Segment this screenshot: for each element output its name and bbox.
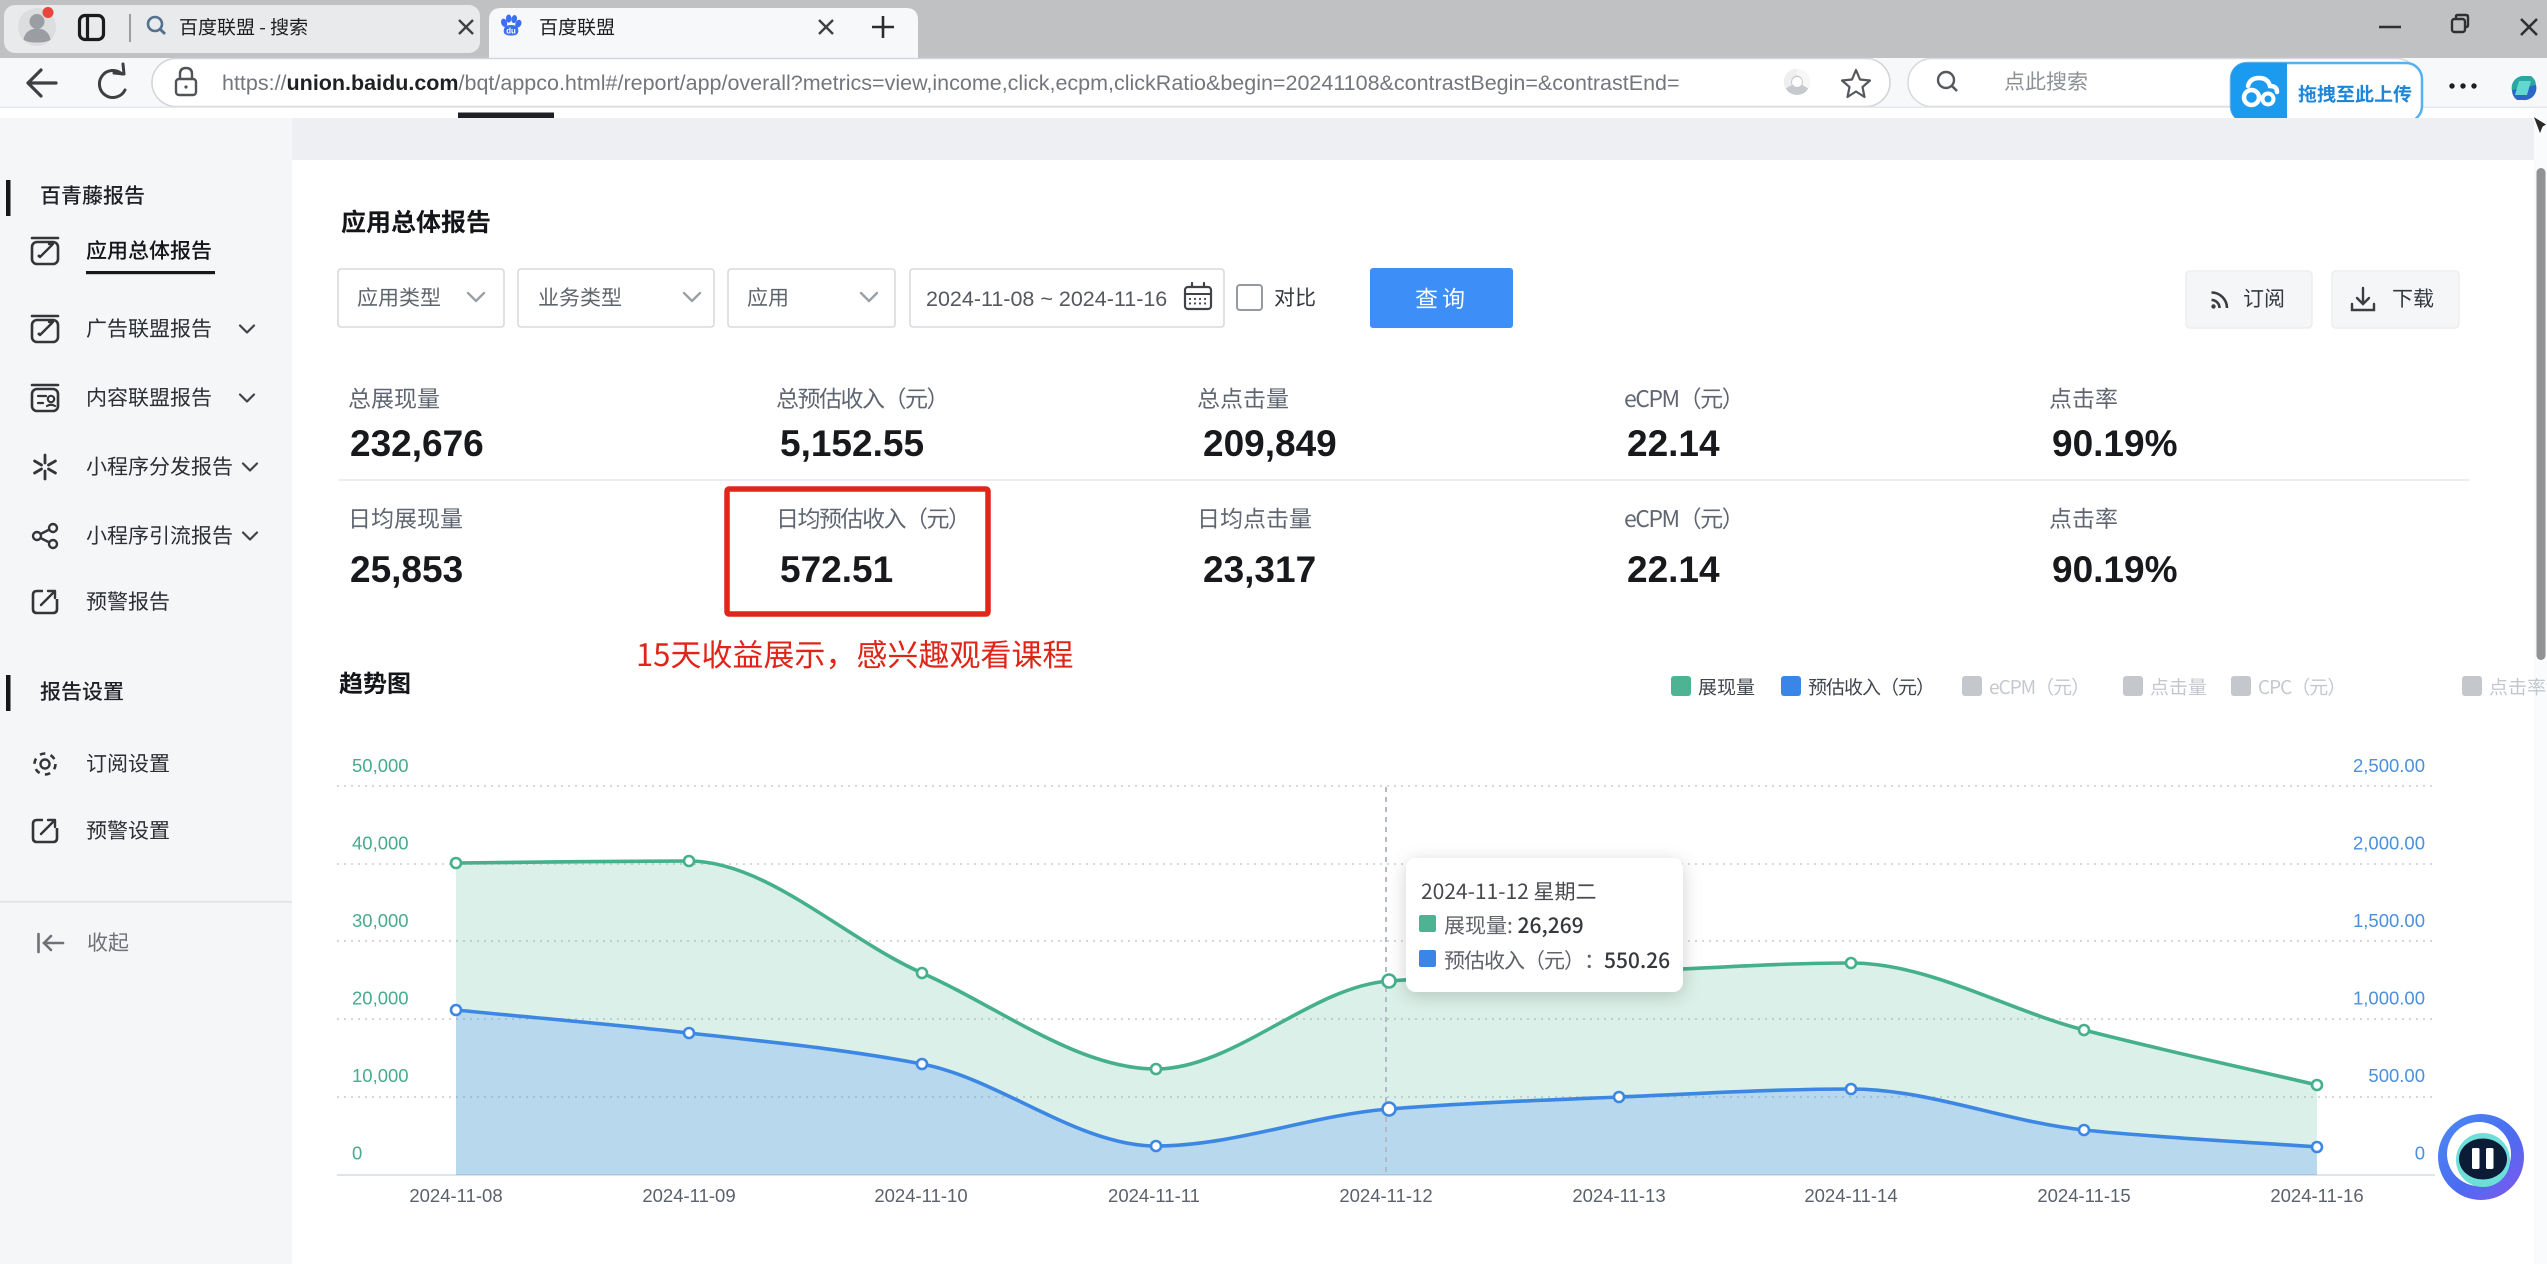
svg-text:2,500.00: 2,500.00 xyxy=(2353,755,2425,776)
svg-text:22.14: 22.14 xyxy=(1627,423,1720,464)
svg-text:90.19%: 90.19% xyxy=(2052,423,2178,464)
svg-text:23,317: 23,317 xyxy=(1203,549,1316,590)
svg-text:2,000.00: 2,000.00 xyxy=(2353,833,2425,854)
svg-text:25,853: 25,853 xyxy=(350,549,463,590)
svg-text:10,000: 10,000 xyxy=(352,1065,409,1086)
svg-text:2024-11-10: 2024-11-10 xyxy=(874,1185,967,1206)
svg-text:40,000: 40,000 xyxy=(352,833,409,854)
svg-text:232,676: 232,676 xyxy=(350,423,484,464)
svg-text:2024-11-08 ~ 2024-11-16: 2024-11-08 ~ 2024-11-16 xyxy=(926,287,1167,311)
svg-text:22.14: 22.14 xyxy=(1627,549,1720,590)
svg-text:90.19%: 90.19% xyxy=(2052,549,2178,590)
svg-text:209,849: 209,849 xyxy=(1203,423,1337,464)
svg-text:50,000: 50,000 xyxy=(352,755,409,776)
svg-text:2024-11-12: 2024-11-12 xyxy=(1339,1185,1432,1206)
svg-text:2024-11-15: 2024-11-15 xyxy=(2037,1185,2130,1206)
svg-text:2024-11-14: 2024-11-14 xyxy=(1804,1185,1897,1206)
svg-text:500.00: 500.00 xyxy=(2368,1065,2425,1086)
svg-text:5,152.55: 5,152.55 xyxy=(780,423,924,464)
svg-text:1,500.00: 1,500.00 xyxy=(2353,910,2425,931)
svg-text:2024-11-08: 2024-11-08 xyxy=(409,1185,502,1206)
svg-text:2024-11-09: 2024-11-09 xyxy=(642,1185,735,1206)
svg-text:2024-11-16: 2024-11-16 xyxy=(2270,1185,2363,1206)
svg-text:du: du xyxy=(506,26,516,35)
svg-text:572.51: 572.51 xyxy=(780,549,893,590)
svg-text:30,000: 30,000 xyxy=(352,910,409,931)
svg-text:20,000: 20,000 xyxy=(352,988,409,1009)
svg-text:0: 0 xyxy=(352,1143,362,1164)
svg-text:2024-11-11: 2024-11-11 xyxy=(1108,1185,1200,1206)
svg-text:https://union.baidu.com/bqt/ap: https://union.baidu.com/bqt/appco.html#/… xyxy=(222,71,1680,95)
svg-text:2024-11-13: 2024-11-13 xyxy=(1572,1185,1665,1206)
svg-text:1,000.00: 1,000.00 xyxy=(2353,988,2425,1009)
svg-text:0: 0 xyxy=(2415,1143,2425,1164)
